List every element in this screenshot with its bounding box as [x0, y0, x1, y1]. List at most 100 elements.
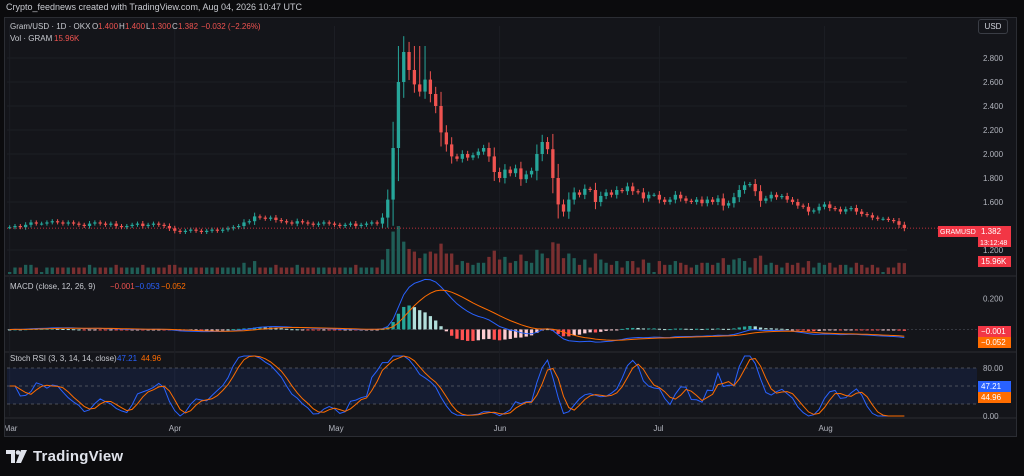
candle-body[interactable]: [758, 191, 763, 201]
candle-body[interactable]: [146, 224, 150, 226]
candle-body[interactable]: [370, 222, 374, 224]
candle-body[interactable]: [354, 223, 358, 226]
candle-body[interactable]: [876, 217, 880, 219]
candle-body[interactable]: [806, 206, 811, 212]
candle-body[interactable]: [87, 223, 92, 226]
candle-body[interactable]: [583, 188, 587, 195]
candle-body[interactable]: [423, 79, 427, 92]
candle-body[interactable]: [162, 224, 166, 226]
candle-body[interactable]: [455, 156, 459, 159]
candle-body[interactable]: [466, 154, 470, 158]
candle-body[interactable]: [402, 52, 406, 82]
candle-body[interactable]: [407, 52, 411, 70]
candle-body[interactable]: [173, 228, 177, 231]
candle-body[interactable]: [268, 217, 273, 219]
candle-body[interactable]: [599, 196, 603, 202]
candle-body[interactable]: [540, 142, 544, 154]
candle-body[interactable]: [865, 214, 869, 216]
candle-body[interactable]: [226, 228, 230, 230]
candle-body[interactable]: [694, 199, 699, 202]
candle-body[interactable]: [593, 190, 598, 202]
candle-body[interactable]: [519, 168, 523, 180]
candle-body[interactable]: [135, 223, 140, 225]
candle-body[interactable]: [748, 184, 752, 186]
candle-body[interactable]: [343, 224, 347, 226]
candle-body[interactable]: [338, 224, 342, 226]
candle-body[interactable]: [327, 222, 331, 224]
candle-body[interactable]: [785, 196, 789, 200]
candle-body[interactable]: [434, 94, 438, 106]
candle-body[interactable]: [902, 224, 906, 229]
candle-body[interactable]: [418, 84, 422, 92]
candle-body[interactable]: [572, 192, 576, 200]
candle-body[interactable]: [221, 229, 225, 231]
candle-body[interactable]: [450, 144, 454, 157]
candle-body[interactable]: [55, 221, 60, 223]
candle-body[interactable]: [561, 204, 566, 212]
candle-body[interactable]: [189, 229, 193, 231]
main-legend[interactable]: Gram/USD · 1D · OKX O 1.400 H 1.400 L 1.…: [10, 22, 261, 43]
candle-body[interactable]: [769, 194, 773, 199]
candle-body[interactable]: [881, 218, 885, 220]
candle-body[interactable]: [742, 185, 747, 190]
candle-body[interactable]: [183, 230, 188, 232]
candle-body[interactable]: [50, 221, 54, 223]
candle-body[interactable]: [822, 204, 827, 207]
candle-body[interactable]: [497, 172, 502, 178]
candle-body[interactable]: [817, 206, 821, 211]
candle-body[interactable]: [476, 151, 480, 156]
candle-body[interactable]: [897, 221, 901, 225]
candle-body[interactable]: [290, 222, 294, 224]
candle-body[interactable]: [93, 222, 97, 224]
candle-body[interactable]: [199, 230, 204, 232]
candle-body[interactable]: [263, 217, 267, 219]
candle-body[interactable]: [513, 168, 518, 174]
currency-button[interactable]: USD: [978, 19, 1008, 34]
candle-body[interactable]: [61, 222, 65, 224]
candle-body[interactable]: [535, 154, 539, 171]
candle-body[interactable]: [663, 199, 667, 202]
candle-body[interactable]: [428, 79, 433, 94]
candle-body[interactable]: [311, 223, 315, 225]
candle-body[interactable]: [780, 196, 784, 198]
candle-body[interactable]: [194, 229, 198, 231]
candle-body[interactable]: [348, 223, 353, 225]
candle-body[interactable]: [545, 142, 550, 150]
candle-body[interactable]: [18, 226, 22, 228]
candle-body[interactable]: [636, 191, 640, 193]
candle-body[interactable]: [705, 199, 709, 204]
candle-body[interactable]: [844, 209, 848, 212]
candle-body[interactable]: [39, 223, 44, 225]
candle-body[interactable]: [577, 192, 582, 195]
candle-body[interactable]: [82, 224, 86, 226]
candle-body[interactable]: [753, 184, 757, 192]
candle-body[interactable]: [721, 198, 725, 206]
candle-body[interactable]: [151, 223, 156, 225]
candle-body[interactable]: [130, 224, 134, 226]
candle-body[interactable]: [364, 223, 369, 225]
candle-body[interactable]: [114, 223, 118, 226]
candle-body[interactable]: [625, 186, 630, 192]
candle-body[interactable]: [652, 194, 656, 196]
candle-body[interactable]: [23, 224, 28, 228]
candle-body[interactable]: [471, 155, 475, 158]
candle-body[interactable]: [157, 223, 161, 225]
candle-body[interactable]: [412, 70, 417, 85]
candle-body[interactable]: [716, 198, 720, 202]
candle-body[interactable]: [119, 226, 124, 228]
candle-body[interactable]: [710, 199, 715, 202]
candle-body[interactable]: [141, 223, 145, 226]
chart-frame[interactable]: 2.800 2.600 2.400 2.200 2.000 1.800 1.600 1.200…: [4, 17, 1017, 437]
candle-body[interactable]: [588, 188, 592, 190]
candle-body[interactable]: [487, 148, 491, 157]
candle-body[interactable]: [359, 224, 363, 226]
candle-body[interactable]: [796, 202, 800, 206]
tradingview-logo[interactable]: TradingView: [6, 448, 123, 465]
candle-body[interactable]: [551, 149, 555, 178]
candle-body[interactable]: [508, 169, 512, 174]
candle-body[interactable]: [125, 226, 129, 228]
candle-body[interactable]: [849, 208, 853, 210]
candle-body[interactable]: [71, 222, 76, 224]
candle-body[interactable]: [247, 221, 251, 223]
candle-body[interactable]: [481, 148, 486, 152]
